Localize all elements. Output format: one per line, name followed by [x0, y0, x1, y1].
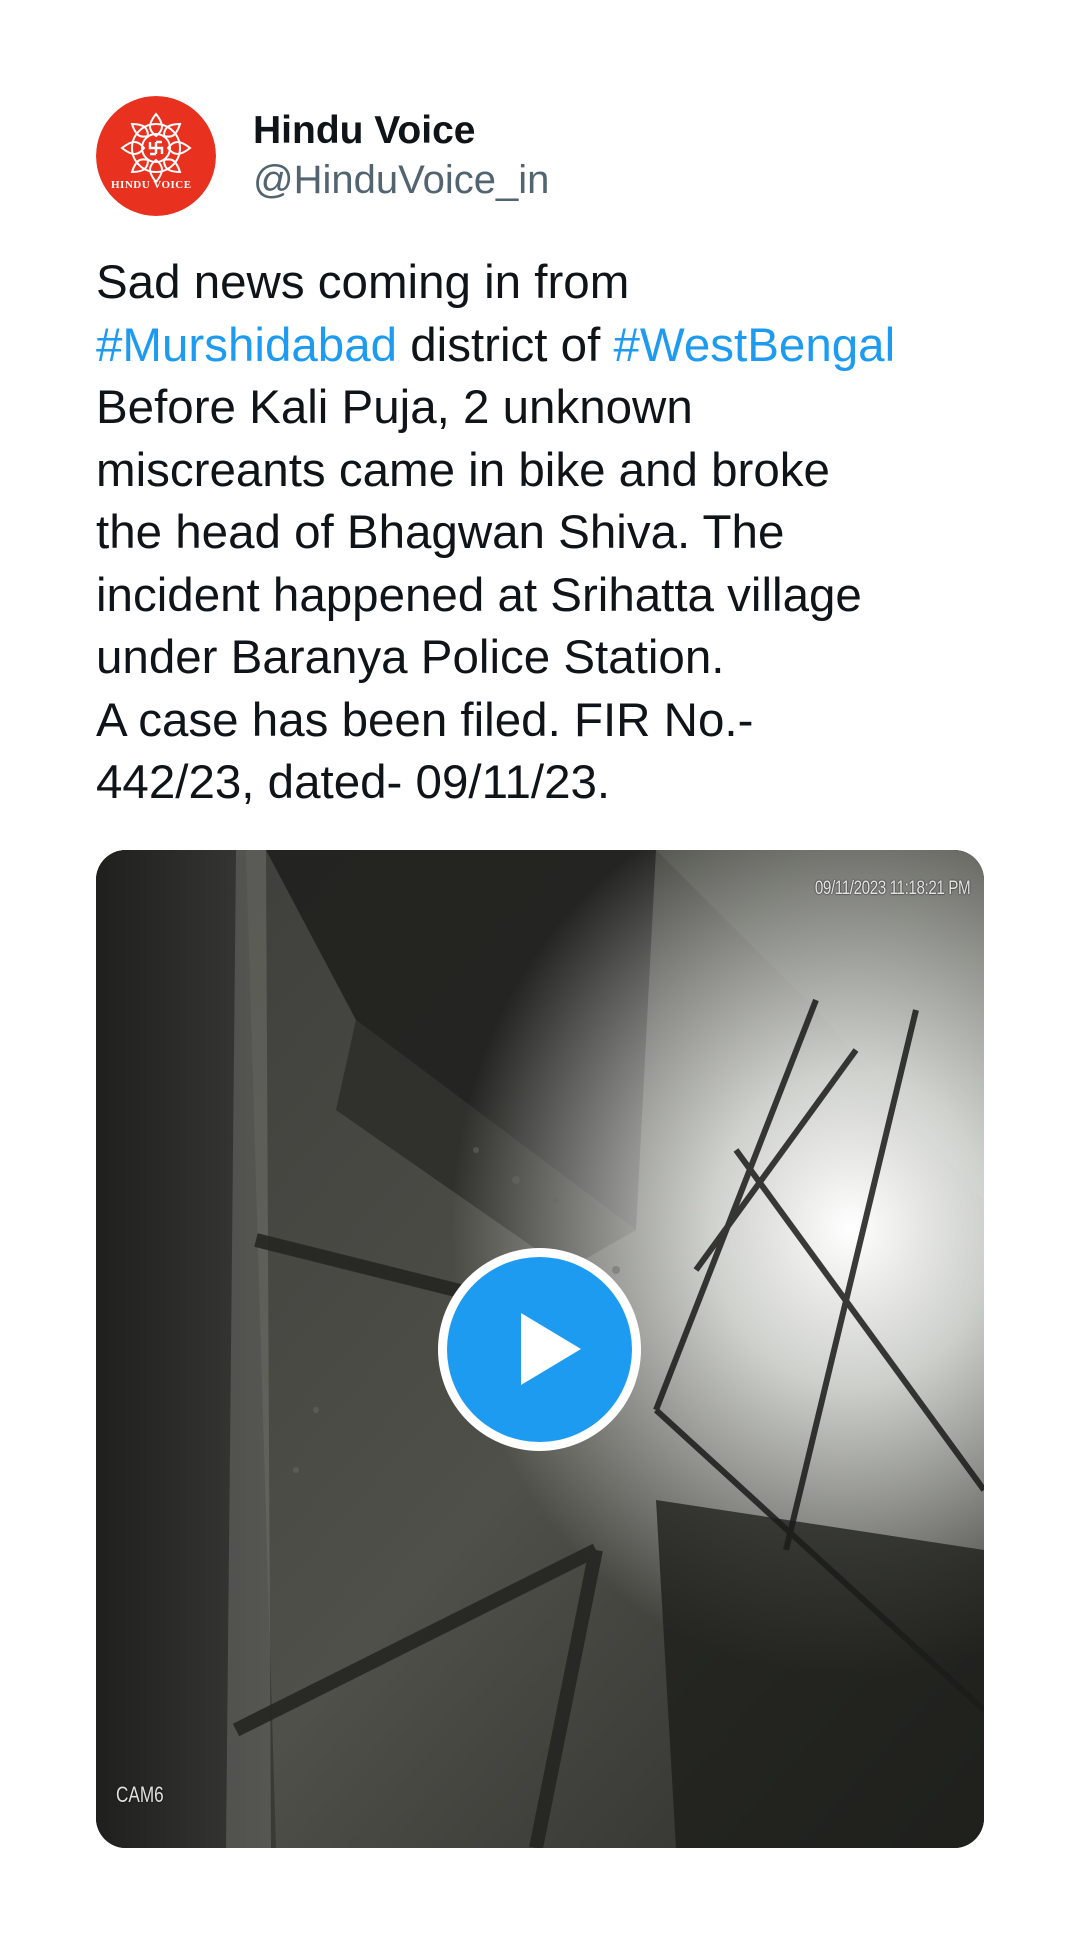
tweet-text-segment: Before Kali Puja, 2 unknown miscreants c…	[96, 381, 862, 809]
tweet-text: Sad news coming in from #Murshidabad dis…	[96, 252, 996, 815]
play-button[interactable]	[438, 1248, 641, 1451]
user-handle[interactable]: @HinduVoice_in	[253, 155, 549, 205]
tweet-header: HINDU VOICE Hindu Voice @HinduVoice_in	[96, 96, 549, 216]
tweet-text-segment: Sad news coming in from	[96, 256, 630, 309]
play-icon	[521, 1313, 581, 1385]
camera-label: CAM6	[116, 1782, 164, 1807]
hashtag-link[interactable]: #Murshidabad	[96, 319, 397, 372]
display-name[interactable]: Hindu Voice	[253, 107, 549, 155]
video-timestamp-overlay: 09/11/2023 11:18:21 PM	[814, 878, 971, 899]
tweet-text-segment: district of	[397, 318, 614, 372]
video-player[interactable]: 09/11/2023 11:18:21 PM CAM6	[96, 850, 984, 1848]
avatar[interactable]: HINDU VOICE	[96, 96, 216, 216]
hashtag-link[interactable]: #WestBengal	[613, 319, 895, 372]
avatar-text: HINDU VOICE	[111, 179, 192, 191]
play-button-circle	[447, 1257, 632, 1442]
lotus-emblem-icon: HINDU VOICE	[96, 96, 216, 216]
author-names: Hindu Voice @HinduVoice_in	[253, 107, 549, 205]
